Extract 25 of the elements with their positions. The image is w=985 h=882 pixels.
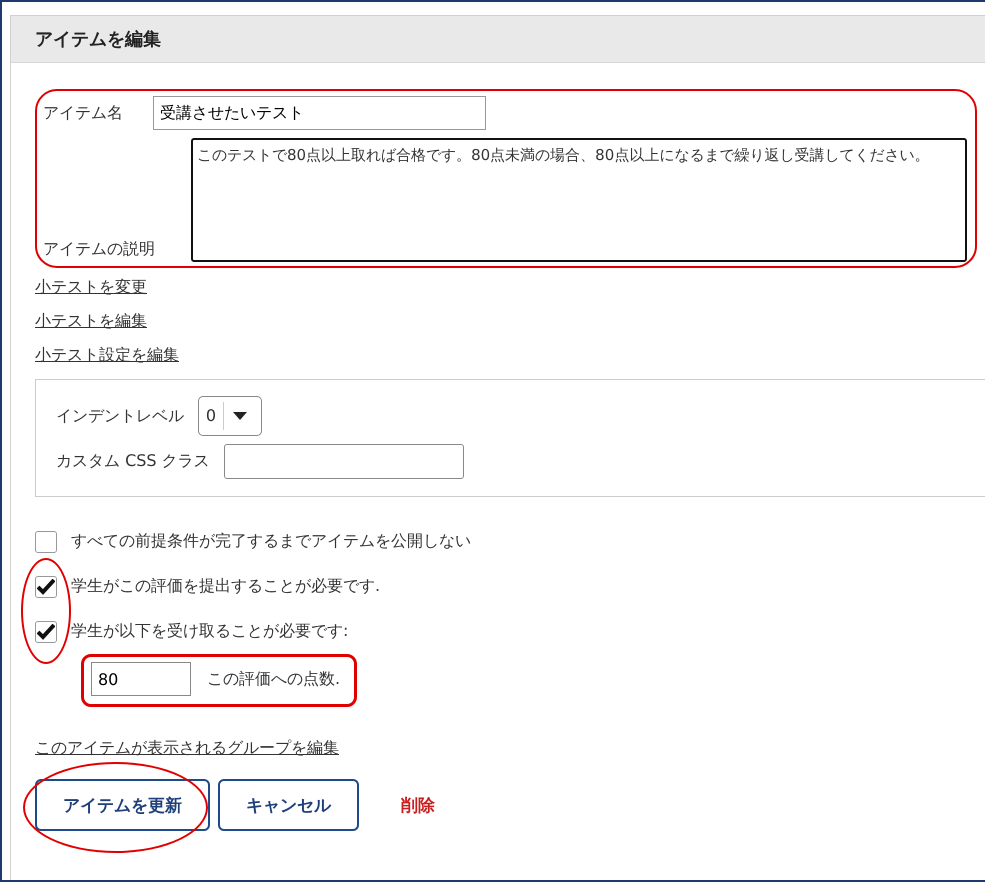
checkbox-label: 学生がこの評価を提出することが必要です. xyxy=(71,576,380,597)
description-field[interactable]: このテストで80点以上取れば合格です。80点未満の場合、80点以上になるまで繰り返し受講してください。 xyxy=(191,138,967,262)
field-label: カスタム CSS クラス xyxy=(56,451,210,472)
checkbox[interactable] xyxy=(35,620,57,642)
checkbox-label: すべての前提条件が完了するまでアイテムを公開しない xyxy=(71,531,471,552)
text-link[interactable]: 小テストを変更 xyxy=(35,276,147,298)
name-field[interactable]: 受講させたいテスト xyxy=(153,96,486,130)
field-label: アイテム名 xyxy=(43,102,124,124)
text-link[interactable]: 小テストを編集 xyxy=(35,310,147,332)
indent-dropdown[interactable]: 0 xyxy=(198,396,262,436)
field-label: アイテムの説明 xyxy=(43,239,156,260)
action-button[interactable]: アイテムを更新 xyxy=(35,779,210,831)
panel-title: アイテムを編集 xyxy=(35,28,161,51)
css-class-field[interactable] xyxy=(224,444,464,479)
field-label: インデントレベル xyxy=(56,406,184,426)
text-link[interactable]: このアイテムが表示されるグループを編集 xyxy=(35,737,339,759)
text-link[interactable]: 小テスト設定を編集 xyxy=(35,344,179,366)
delete-link[interactable]: 削除 xyxy=(397,790,439,820)
checkbox-label: 学生が以下を受け取ることが必要です: xyxy=(71,621,348,642)
caret-icon xyxy=(233,412,247,420)
field-label: この評価への点数. xyxy=(207,668,340,690)
checkbox[interactable] xyxy=(35,530,57,552)
score-field[interactable]: 80 xyxy=(91,662,191,696)
action-button[interactable]: キャンセル xyxy=(218,779,359,831)
checkbox[interactable] xyxy=(35,576,57,598)
